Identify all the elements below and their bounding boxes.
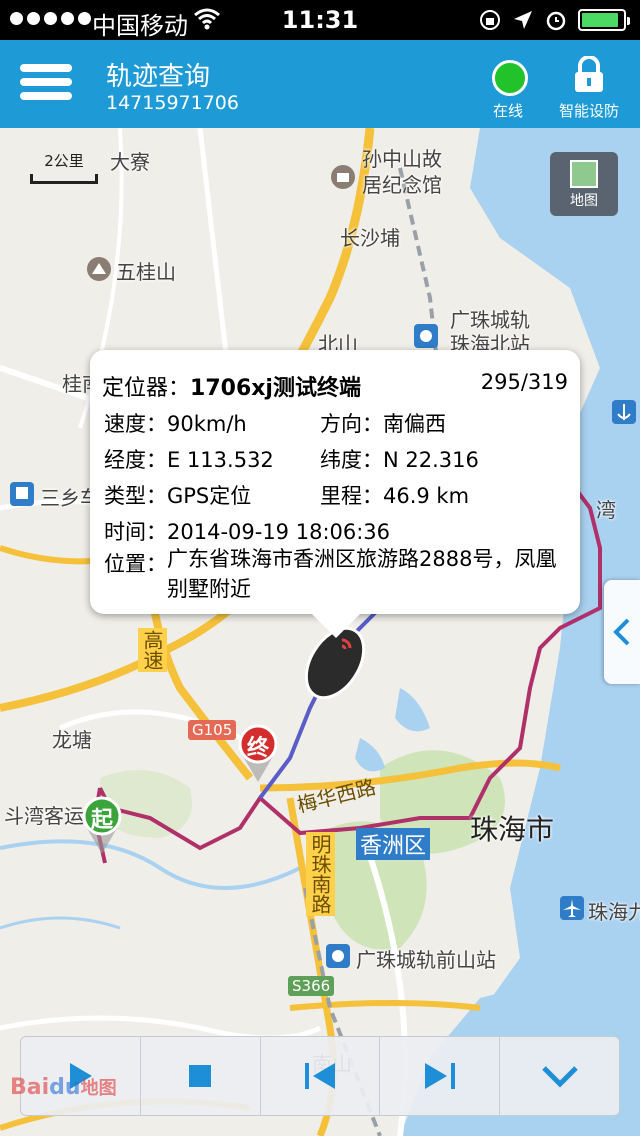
map-label-doumen-bus: 斗湾客运 (4, 804, 84, 828)
stop-icon (189, 1065, 212, 1087)
longitude-value: E 113.532 (167, 448, 274, 472)
time-label: 时间： (104, 520, 167, 544)
longitude-label: 经度： (104, 448, 167, 472)
skip-forward-icon (424, 1063, 455, 1089)
train-station-icon (326, 944, 350, 968)
chevron-left-icon (613, 618, 630, 646)
collapse-controls-button[interactable] (500, 1037, 619, 1115)
map-label-dazhai: 大寮 (110, 150, 150, 174)
map-label-mingzhu-road: 明珠南路 (306, 832, 335, 916)
direction-row: 方向：南偏西 (320, 408, 446, 438)
logo-brand: Bai (10, 1075, 50, 1100)
speed-label: 速度： (104, 412, 167, 436)
mileage-row: 里程：46.9 km (320, 480, 469, 510)
address-label: 位置： (104, 552, 167, 576)
address-row: 位置： 广东省珠海市香洲区旅游路2888号，凤凰别墅附近 (104, 547, 574, 604)
popup-title: 定位器：1706xj测试终端 (102, 370, 361, 402)
forward-button[interactable] (380, 1037, 501, 1115)
skip-back-icon (304, 1063, 335, 1089)
map-view[interactable]: 大寮 孙中山故 居纪念馆 长沙埔 五桂山 广珠城轨 珠海北站 北山 桂南 三乡车… (0, 128, 640, 1136)
menu-button[interactable] (20, 64, 72, 104)
type-label: 类型： (104, 484, 167, 508)
map-label-longtang: 龙塘 (52, 728, 92, 752)
direction-value: 南偏西 (383, 412, 446, 436)
paw-icon: du (49, 1075, 81, 1100)
device-phone-number: 14715971706 (106, 92, 239, 114)
landmark-icon (87, 257, 111, 281)
online-indicator-icon (492, 60, 528, 96)
map-label-zhuhai-airport: 珠海九 (588, 900, 640, 924)
status-bar: 中国移动 11:31 (0, 0, 640, 40)
speed-value: 90km/h (167, 412, 247, 436)
scale-label: 2公里 (44, 152, 84, 170)
location-arrow-icon (514, 11, 532, 29)
start-marker-label: 起 (90, 808, 113, 833)
map-layer-icon (570, 160, 598, 188)
map-label-changshapu: 长沙埔 (340, 226, 400, 250)
map-label-expressway: 高速 (138, 628, 167, 672)
smart-defense-button[interactable]: 智能设防 (554, 55, 624, 121)
lock-icon (575, 55, 603, 92)
port-icon (612, 400, 636, 424)
location-info-popup: 定位器：1706xj测试终端 295/319 速度：90km/h 方向：南偏西 … (90, 350, 580, 638)
train-station-icon (414, 324, 438, 348)
road-shield-g105: G105 (188, 720, 237, 740)
alarm-icon (546, 11, 566, 31)
map-label-sun-museum: 孙中山故 居纪念馆 (362, 147, 442, 197)
mileage-label: 里程： (320, 484, 383, 508)
direction-label: 方向： (320, 412, 383, 436)
map-label-zhuhai-city: 珠海市 (470, 813, 555, 846)
end-marker-label: 终 (246, 736, 269, 761)
airport-icon (560, 896, 584, 920)
bus-station-icon (10, 482, 34, 506)
chevron-down-icon (541, 1066, 578, 1088)
map-label-wuguishan: 五桂山 (116, 260, 176, 284)
smart-defense-label: 智能设防 (558, 102, 619, 120)
road-shield-s366: S366 (288, 976, 335, 996)
online-label: 在线 (492, 102, 523, 120)
device-label: 定位器： (102, 376, 191, 401)
baidu-map-logo: Baidu地图 (10, 1074, 117, 1100)
address-value: 广东省珠海市香洲区旅游路2888号，凤凰别墅附近 (167, 547, 557, 601)
app-header: 轨迹查询 14715971706 在线 智能设防 (0, 40, 640, 128)
side-panel-toggle[interactable] (604, 580, 640, 684)
time-row: 时间：2014-09-19 18:06:36 (104, 516, 390, 546)
map-type-label: 地图 (570, 193, 598, 209)
device-name: 1706xj测试终端 (190, 376, 361, 401)
museum-icon (331, 165, 355, 189)
logo-tail: 地图 (80, 1078, 117, 1099)
page-title: 轨迹查询 (106, 62, 211, 92)
speed-row: 速度：90km/h (104, 408, 247, 438)
map-scale: 2公里 (30, 150, 98, 184)
stop-button[interactable] (141, 1037, 261, 1115)
time-value: 2014-09-19 18:06:36 (167, 520, 391, 544)
latitude-value: N 22.316 (383, 448, 479, 472)
longitude-row: 经度：E 113.532 (104, 444, 274, 474)
online-status: 在线 (490, 60, 530, 121)
track-point-count: 295/319 (480, 370, 568, 394)
mileage-value: 46.9 km (383, 484, 470, 508)
rewind-button[interactable] (261, 1037, 381, 1115)
type-value: GPS定位 (167, 484, 252, 508)
map-label-xiangzhou: 香洲区 (356, 828, 431, 860)
map-label-wan: 湾 (596, 498, 616, 522)
map-label-zhuhai-north-station: 广珠城轨 珠海北站 (450, 308, 530, 356)
rotation-lock-icon (480, 10, 500, 30)
latitude-row: 纬度：N 22.316 (320, 444, 479, 474)
type-row: 类型：GPS定位 (104, 480, 251, 510)
map-type-button[interactable]: 地图 (550, 152, 618, 216)
battery-icon (578, 9, 630, 31)
map-label-qianshan-station: 广珠城轨前山站 (356, 948, 496, 972)
latitude-label: 纬度： (320, 448, 383, 472)
